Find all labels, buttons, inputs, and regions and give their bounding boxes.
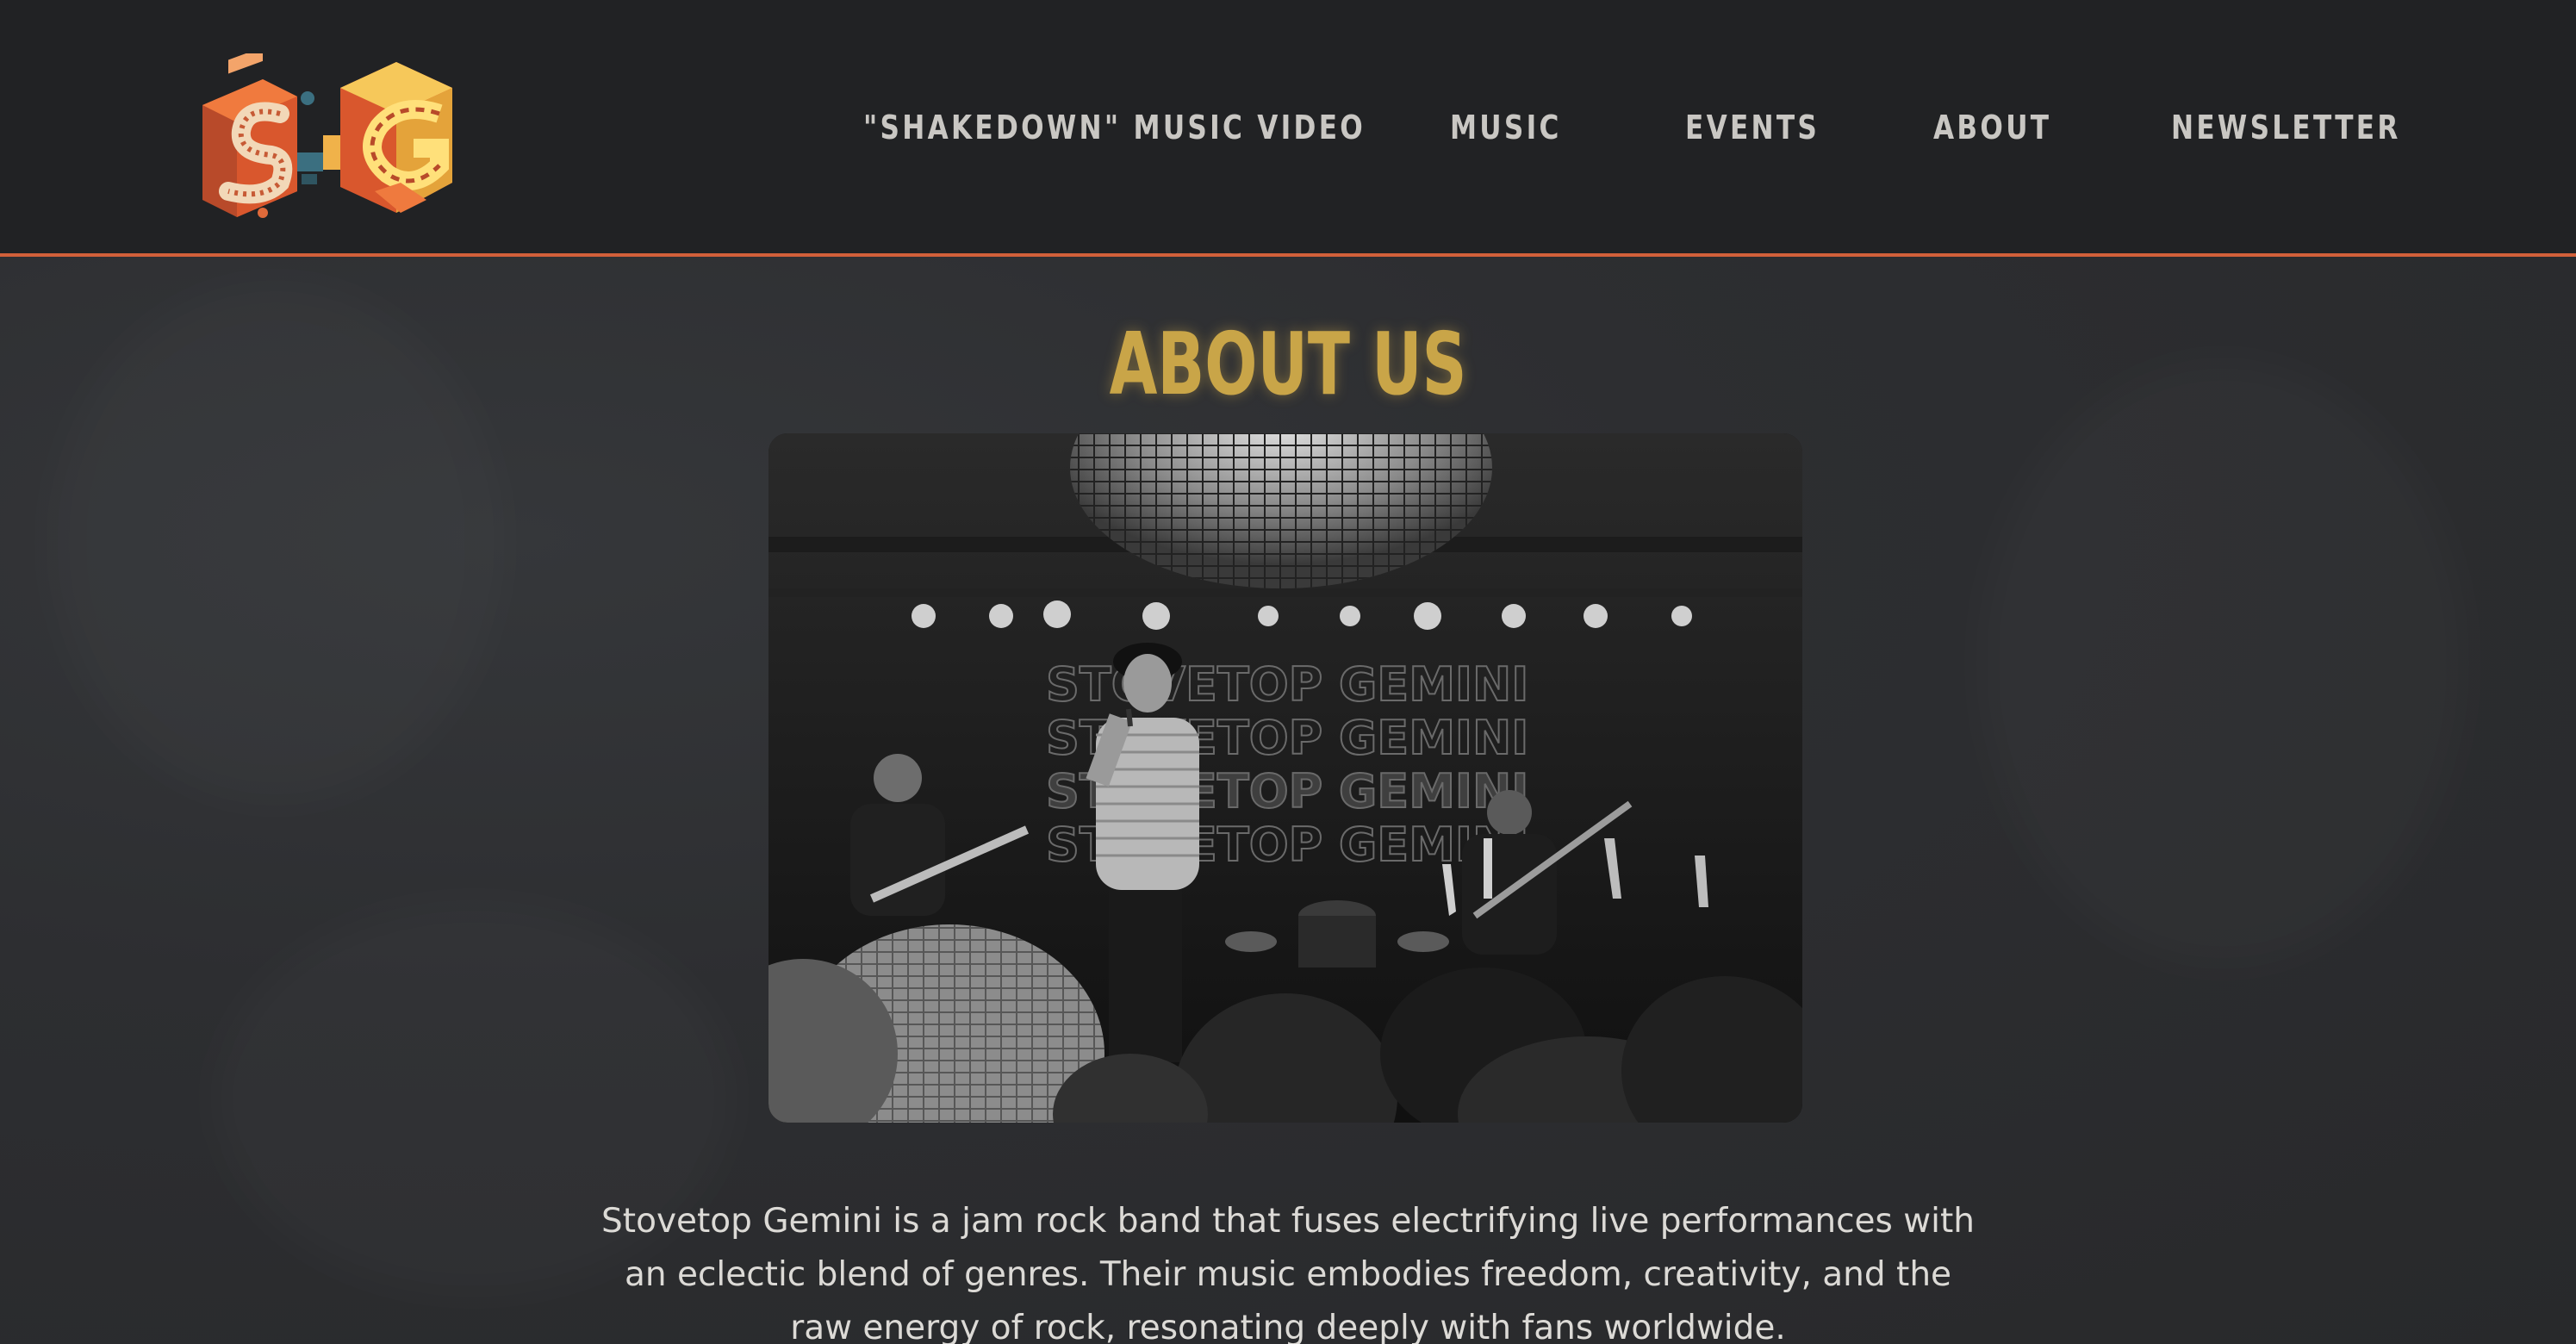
about-title-text: ABOUT US (1109, 314, 1467, 414)
nav-link-about[interactable]: ABOUT (1933, 102, 2051, 153)
sg-isometric-logo-icon (202, 16, 452, 218)
site-logo-link[interactable] (194, 16, 461, 221)
about-title: ABOUT US (0, 313, 2576, 416)
nav-link-music[interactable]: MUSIC (1450, 102, 1562, 153)
nav-link-events[interactable]: EVENTS (1685, 102, 1820, 153)
nav-link-newsletter[interactable]: NEWSLETTER (2171, 102, 2401, 153)
background-texture (1982, 362, 2464, 965)
band-live-photo: STOVETOP GEMINI STOVETOP GEMINI STOVETOP… (768, 433, 1802, 1123)
page: "SHAKEDOWN" MUSIC VIDEO MUSIC EVENTS ABO… (0, 0, 2576, 1344)
band-photo-illustration: STOVETOP GEMINI STOVETOP GEMINI STOVETOP… (768, 433, 1802, 1123)
about-description: Stovetop Gemini is a jam rock band that … (601, 1202, 1975, 1344)
nav-link-shakedown-music-video[interactable]: "SHAKEDOWN" MUSIC VIDEO (863, 102, 1366, 153)
site-header: "SHAKEDOWN" MUSIC VIDEO MUSIC EVENTS ABO… (0, 0, 2576, 257)
